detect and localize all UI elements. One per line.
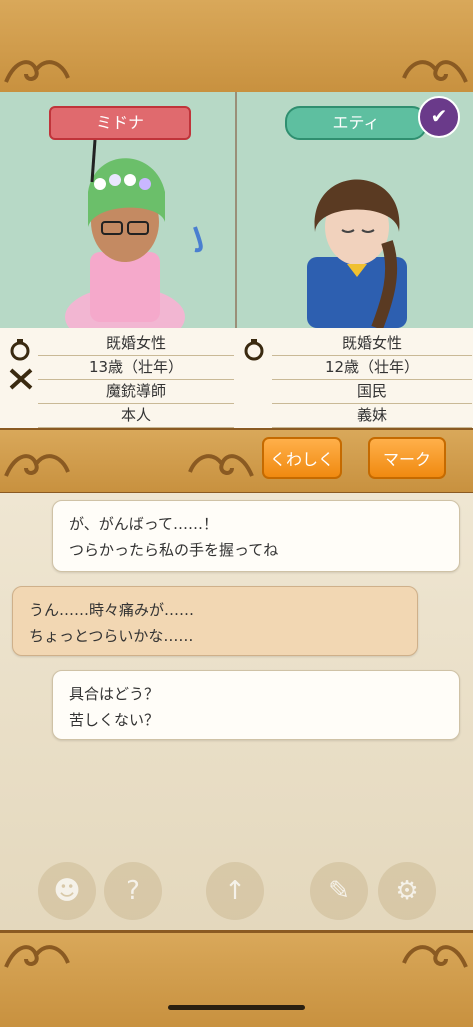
- help-icon: ?: [104, 862, 162, 920]
- check-icon[interactable]: ✔: [418, 96, 460, 138]
- up-arrow-icon: ↑: [206, 862, 264, 920]
- left-character-name[interactable]: ミドナ: [49, 106, 191, 140]
- left-info-job: 魔銃導師: [38, 379, 234, 404]
- right-info-job: 国民: [272, 379, 472, 404]
- ornament-icon: [2, 446, 72, 482]
- chat-bubble: が、がんばって……！ つらかったら私の手を握ってね: [52, 500, 460, 572]
- mark-button[interactable]: マーク: [368, 437, 446, 479]
- right-info-age: 12歳（壮年）: [272, 355, 472, 380]
- left-info-age: 13歳（壮年）: [38, 355, 234, 380]
- ring-icon: [242, 337, 268, 361]
- ornament-icon: [186, 446, 256, 482]
- bottom-wood-bar: [0, 930, 473, 1027]
- right-info-relation: 義妹: [272, 403, 472, 428]
- ornament-icon: [2, 937, 72, 973]
- top-wood-bar: [0, 0, 473, 95]
- home-indicator[interactable]: [168, 1005, 305, 1010]
- crossed-guns-icon: [8, 367, 34, 391]
- hud-faded-icon: ✎: [310, 862, 368, 920]
- hud-faded-icon: ☻: [38, 862, 96, 920]
- ornament-icon: [2, 52, 72, 88]
- ring-icon: [8, 337, 34, 361]
- chat-bubble: うん……時々痛みが…… ちょっとつらいかな……: [12, 586, 418, 656]
- left-info-relation: 本人: [38, 403, 234, 428]
- left-info-status: 既婚女性: [38, 331, 234, 356]
- right-character-name[interactable]: エティ: [285, 106, 427, 140]
- right-info-status: 既婚女性: [272, 331, 472, 356]
- hud-faded-icon: ⚙: [378, 862, 436, 920]
- ornament-icon: [400, 52, 470, 88]
- chat-bubble: 具合はどう？ 苦しくない？: [52, 670, 460, 740]
- detail-button[interactable]: くわしく: [262, 437, 342, 479]
- ornament-icon: [400, 937, 470, 973]
